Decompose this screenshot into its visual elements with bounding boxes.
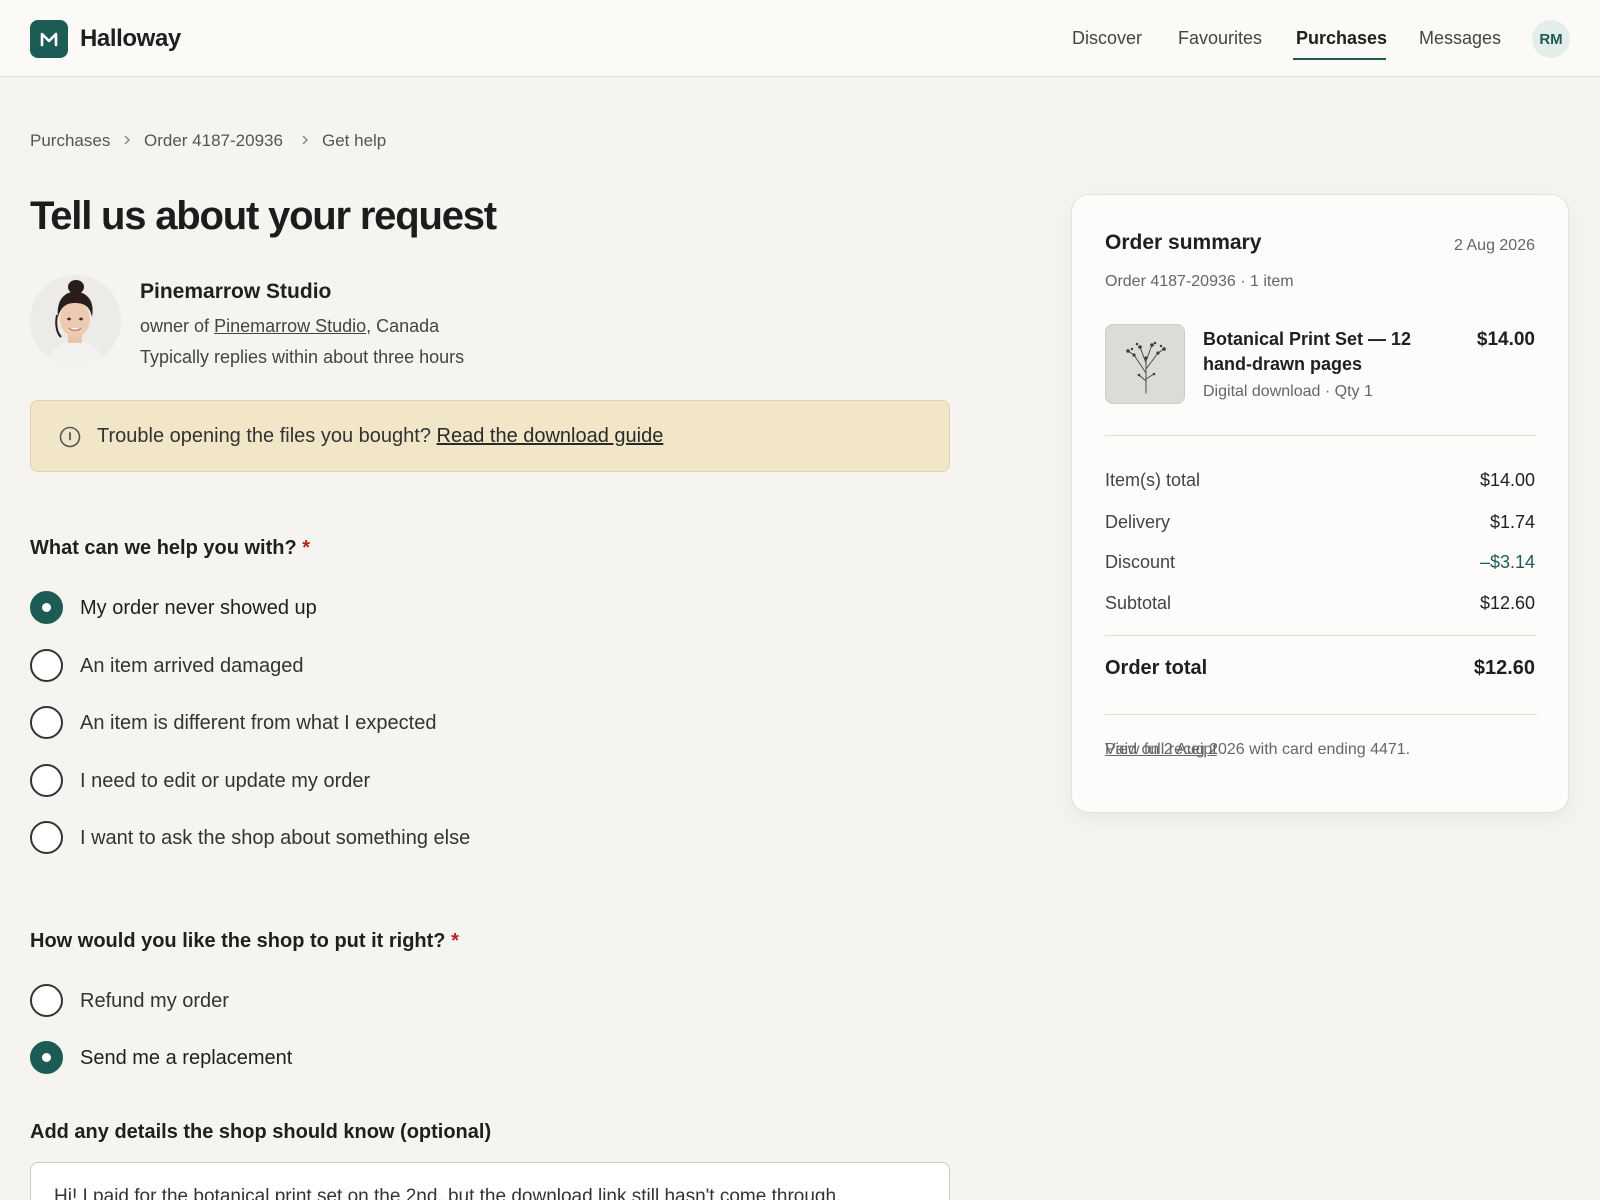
option-label[interactable]: An item arrived damaged [80,655,303,678]
details-textarea[interactable]: Hi! I paid for the botanical print set o… [30,1162,950,1200]
option-label[interactable]: My order never showed up [80,597,317,620]
logo-mark [40,32,58,47]
breadcrumb-order[interactable]: Order 4187-20936 [144,131,283,151]
subtotal-label: Subtotal [1105,593,1172,613]
nav-messages[interactable]: Messages [1419,28,1501,49]
discount-label: Discount [1105,552,1176,572]
payment-text: Paid on 2 Aug 2026 with card ending 4471… [1105,741,1411,758]
item-details: Digital download · Qty 1 [1203,383,1373,400]
radio-arrived-damaged[interactable] [30,649,63,682]
radio-different-item[interactable] [30,706,63,739]
delivery-label: Delivery [1105,512,1171,532]
details-label: Add any details the shop should know (op… [30,1121,492,1143]
option-label[interactable]: Refund my order [80,990,229,1013]
nav-discover[interactable]: Discover [1072,28,1142,49]
breadcrumb-current: Get help [322,131,387,150]
radio-never-showed[interactable] [30,591,63,624]
required-marker: * [451,930,459,952]
question-resolution: How would you like the shop to put it ri… [30,930,459,953]
info-icon [59,426,81,448]
option-label[interactable]: Send me a replacement [80,1047,292,1070]
order-total-value: $12.60 [1473,657,1535,679]
divider [1105,435,1537,436]
reply-time: Typically replies within about three hou… [140,347,465,367]
seller-owner-line: owner of Pinemarrow Studio, Canada [140,316,439,337]
question-resolution-label: How would you like the shop to put it ri… [30,930,446,952]
brand-name[interactable]: Halloway [80,25,181,53]
chevron-right-icon [124,135,131,145]
item-price: $14.00 [1476,329,1535,350]
logo-icon[interactable] [30,20,68,58]
payment-note: Paid on 2 Aug 2026 with card ending 4471… [1105,737,1537,762]
radio-something-else[interactable] [30,821,63,854]
seller-location: , Canada [366,316,440,336]
summary-title: Order summary [1105,231,1262,254]
nav-purchases[interactable]: Purchases [1296,28,1387,49]
order-summary-card: Order summary 2 Aug 2026 Order 4187-2093… [1071,194,1569,813]
option-label[interactable]: I need to edit or update my order [80,770,370,793]
nav-active-indicator [1293,58,1386,60]
order-date: 2 Aug 2026 [1454,237,1535,254]
subtotal-value: $12.60 [1479,593,1535,613]
page-title: Tell us about your request [30,194,497,238]
download-notice: Trouble opening the files you bought? Re… [30,400,950,472]
seller-avatar[interactable] [30,275,121,366]
order-meta: Order 4187-20936 · 1 item [1105,273,1294,290]
radio-refund[interactable] [30,984,63,1017]
question-help-label: What can we help you with? [30,537,297,559]
seller-portrait [30,275,121,366]
chevron-right-icon [302,135,309,145]
option-label[interactable]: I want to ask the shop about something e… [80,827,470,850]
radio-edit-order[interactable] [30,764,63,797]
owner-prefix: owner of [140,316,210,336]
option-label[interactable]: An item is different from what I expecte… [80,712,436,735]
item-thumbnail[interactable] [1105,324,1185,404]
divider [1105,635,1537,636]
required-marker: * [302,537,311,559]
divider [1105,714,1537,715]
item-name[interactable]: Botanical Print Set — 12 hand-drawn page… [1203,327,1443,377]
top-bar: Halloway Discover Favourites Purchases M… [0,0,1600,77]
download-guide-link[interactable]: Read the download guide [437,425,664,447]
order-total-label: Order total [1105,657,1208,679]
radio-replacement[interactable] [30,1041,63,1074]
shop-link[interactable]: Pinemarrow Studio [214,316,366,336]
breadcrumb-purchases[interactable]: Purchases [30,131,110,151]
discount-value: –$3.14 [1479,552,1535,572]
seller-name: Pinemarrow Studio [140,280,332,303]
user-avatar[interactable]: RM [1532,20,1570,58]
botanical-sprig-image [1126,341,1166,394]
delivery-value: $1.74 [1489,512,1535,532]
notice-message: Trouble opening the files you bought? Re… [97,425,663,448]
nav-favourites[interactable]: Favourites [1178,28,1262,49]
items-total-label: Item(s) total [1105,470,1201,490]
notice-text: Trouble opening the files you bought? [97,425,431,447]
items-total-value: $14.00 [1479,470,1535,490]
question-help-type: What can we help you with? * [30,537,310,560]
